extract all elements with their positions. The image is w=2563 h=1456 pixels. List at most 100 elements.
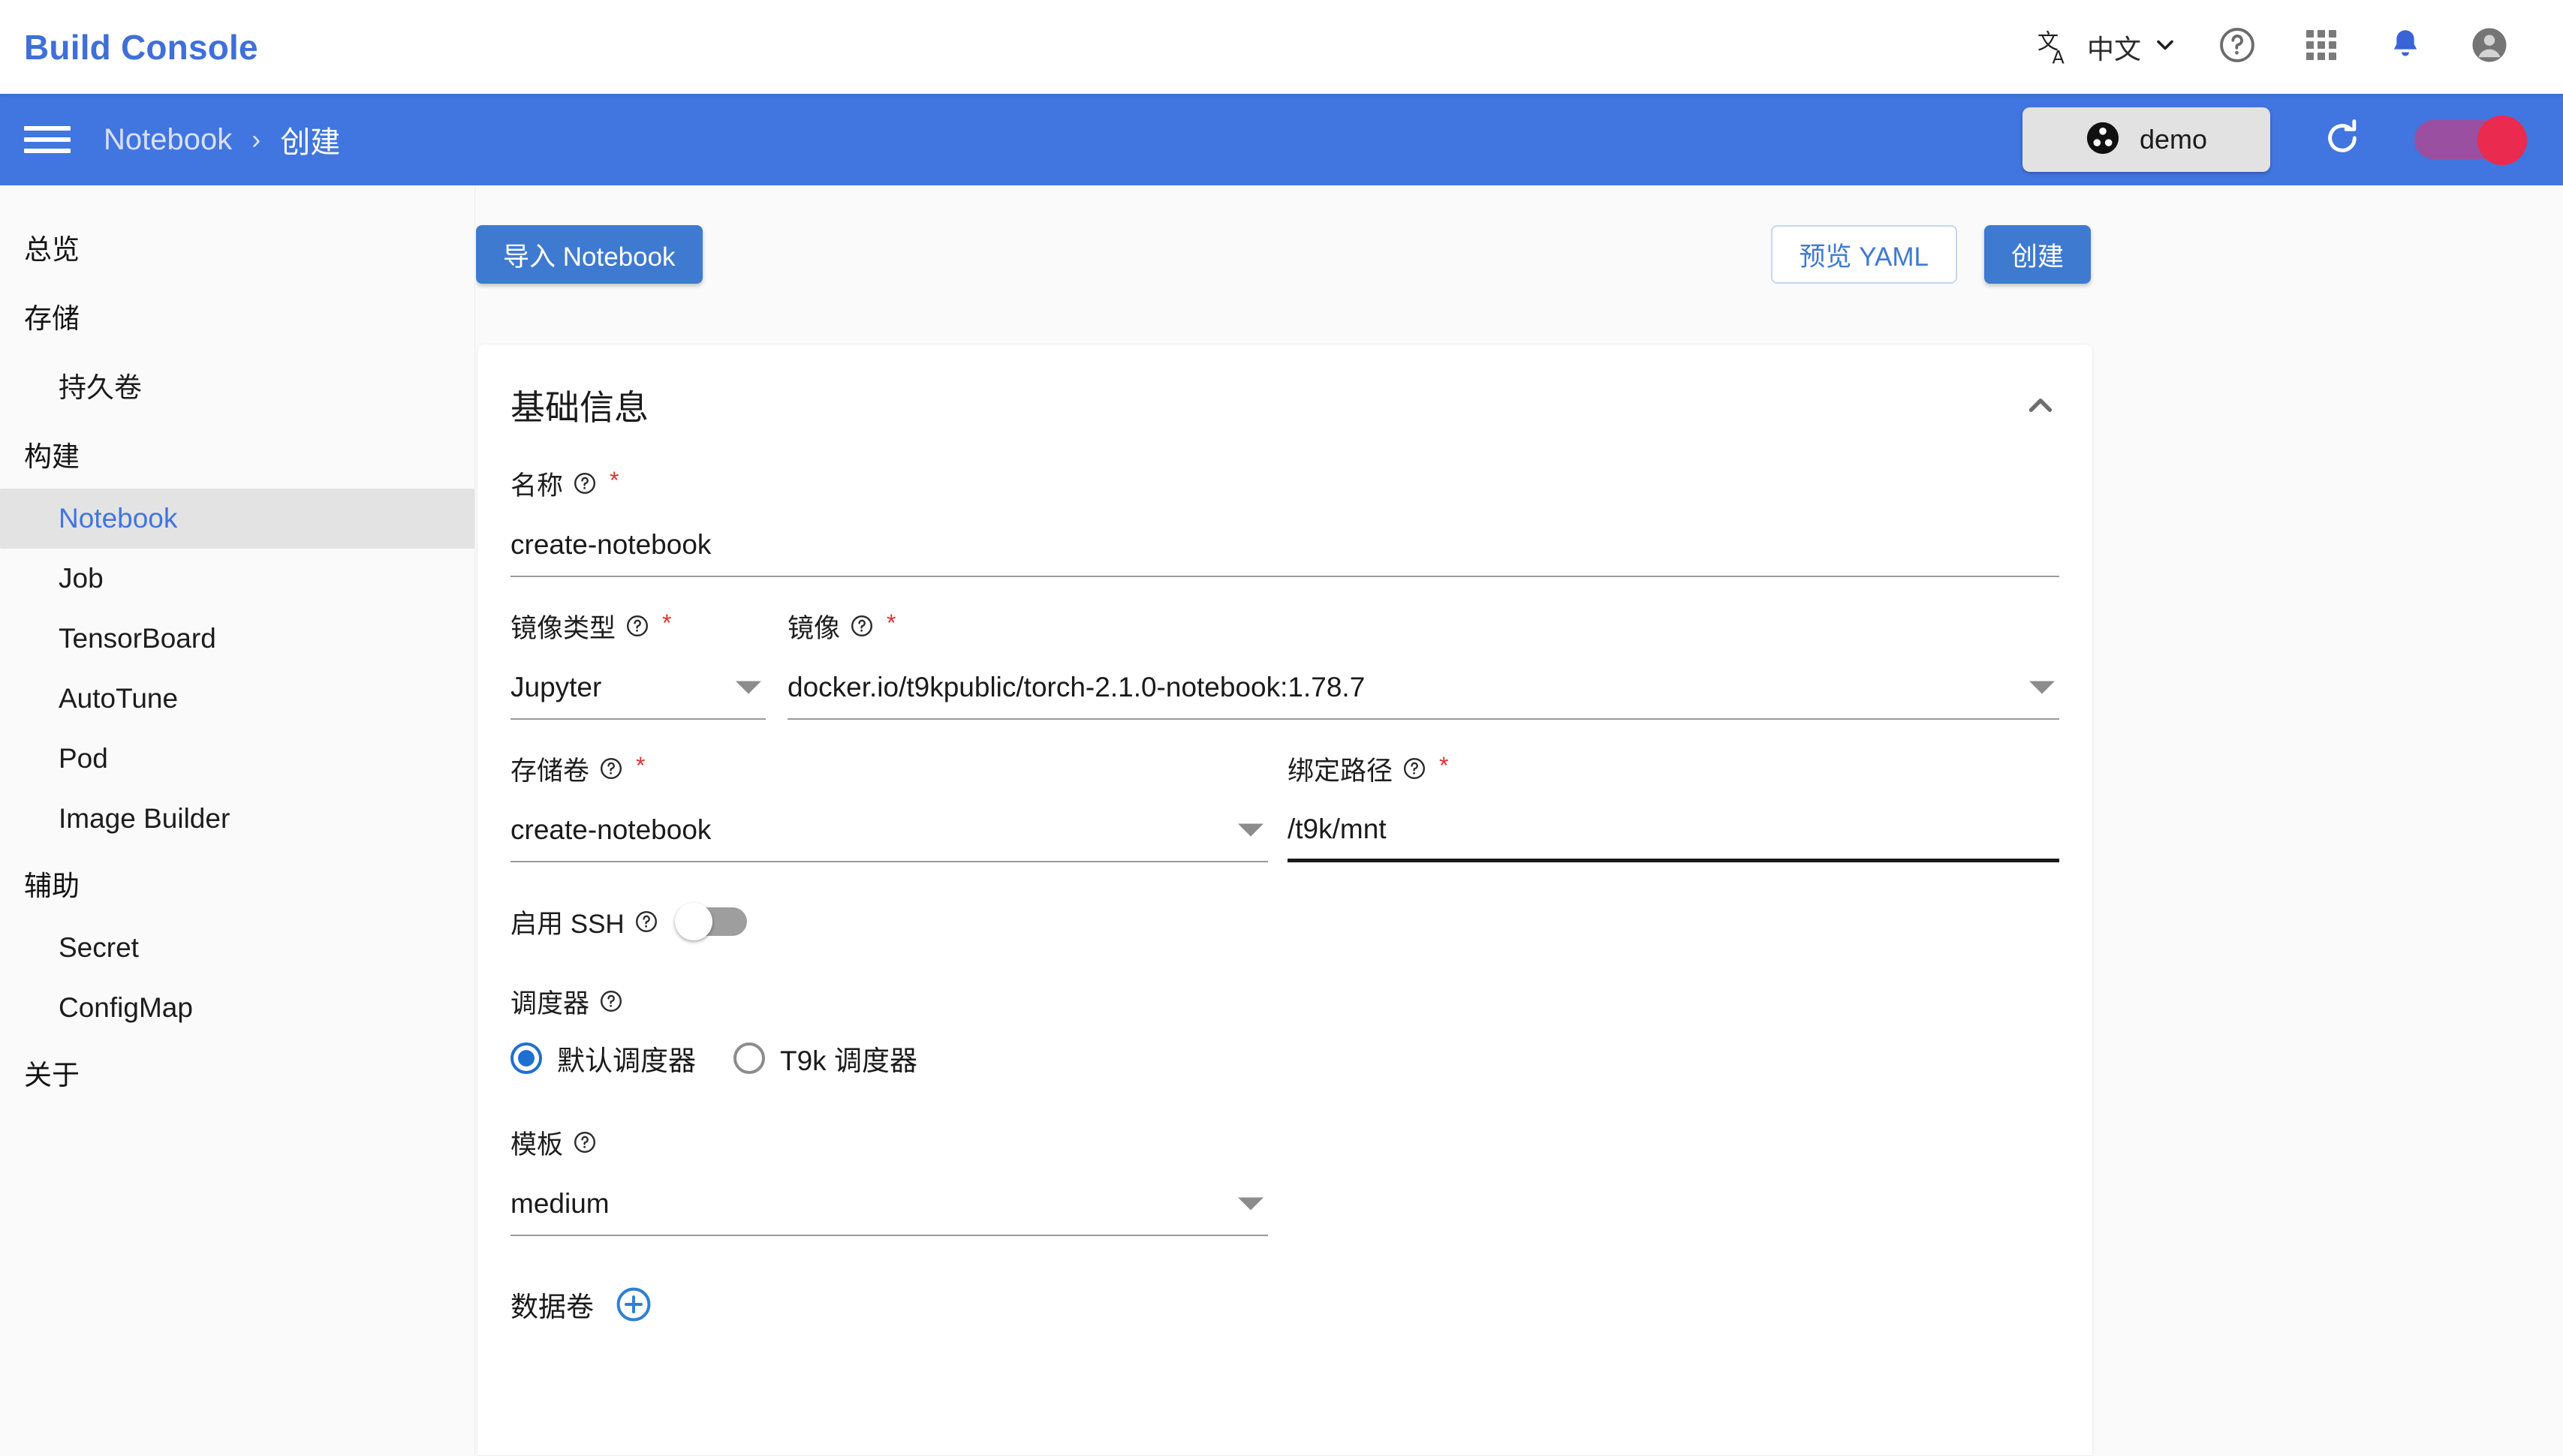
help-circle-icon[interactable] xyxy=(599,757,623,781)
field-template-label: 模板 xyxy=(510,1125,2059,1160)
help-circle-icon[interactable] xyxy=(573,1130,597,1154)
help-circle-icon[interactable] xyxy=(625,614,649,638)
breadcrumb-current: 创建 xyxy=(280,126,341,159)
field-scheduler-text: 调度器 xyxy=(510,988,590,1018)
theme-toggle[interactable] xyxy=(2414,116,2527,165)
add-circle-icon[interactable] xyxy=(615,1286,652,1323)
apps-grid-icon xyxy=(2303,27,2339,67)
chevron-down-icon[interactable] xyxy=(2152,32,2179,62)
field-template: 模板 medium xyxy=(510,1125,2059,1236)
image-type-select[interactable]: Jupyter xyxy=(510,657,766,720)
field-image-label: 镜像 * xyxy=(788,609,2059,643)
language-selector[interactable]: 文A 中文 xyxy=(2021,0,2195,94)
card-title: 基础信息 xyxy=(510,388,649,427)
field-name-text: 名称 xyxy=(510,471,564,501)
help-circle-icon[interactable] xyxy=(573,471,597,495)
help-circle-icon[interactable] xyxy=(634,910,658,934)
bind-path-value: /t9k/mnt xyxy=(1288,813,1387,844)
required-asterisk: * xyxy=(1439,752,1449,779)
breadcrumb-parent[interactable]: Notebook xyxy=(104,123,232,157)
sidebar-item-pod[interactable]: Pod xyxy=(0,729,474,789)
storage-volume-select[interactable]: create-notebook xyxy=(510,799,1268,862)
dropdown-arrow-icon[interactable] xyxy=(1238,823,1263,837)
radio-icon[interactable] xyxy=(733,1042,765,1074)
sidebar-item-persistent-volume[interactable]: 持久卷 xyxy=(0,350,474,420)
sidebar-item-autotune[interactable]: AutoTune xyxy=(0,669,474,729)
help-circle-icon[interactable] xyxy=(599,989,623,1013)
sidebar-item-notebook[interactable]: Notebook xyxy=(0,489,474,549)
field-scheduler-label: 调度器 xyxy=(510,984,2059,1018)
svg-text:A: A xyxy=(2052,47,2065,66)
account-button[interactable] xyxy=(2447,0,2531,94)
field-image-type-text: 镜像类型 xyxy=(510,613,616,643)
main-content: 导入 Notebook 预览 YAML 创建 基础信息 名称 * create-… xyxy=(476,185,2563,1456)
toggle-knob xyxy=(674,903,712,940)
sidebar-group-build[interactable]: 构建 xyxy=(0,420,474,489)
dropdown-arrow-icon[interactable] xyxy=(2029,681,2055,694)
breadcrumb: Notebook › 创建 xyxy=(104,118,340,161)
dropdown-arrow-icon[interactable] xyxy=(1238,1197,1263,1211)
sidebar-item-tensorboard[interactable]: TensorBoard xyxy=(0,609,474,669)
sidebar-group-storage[interactable]: 存储 xyxy=(0,281,474,350)
refresh-button[interactable] xyxy=(2312,117,2372,163)
template-select[interactable]: medium xyxy=(510,1173,1268,1236)
scheduler-option-t9k-label: T9k 调度器 xyxy=(780,1045,917,1076)
sidebar-item-job[interactable]: Job xyxy=(0,549,474,609)
template-value: medium xyxy=(510,1188,610,1219)
enable-ssh-toggle[interactable] xyxy=(674,903,747,940)
field-name: 名称 * create-notebook xyxy=(510,466,2059,577)
hamburger-menu-icon[interactable] xyxy=(24,126,71,153)
help-circle-icon[interactable] xyxy=(1402,757,1426,781)
sidebar-group-auxiliary[interactable]: 辅助 xyxy=(0,849,474,918)
image-select[interactable]: docker.io/t9kpublic/torch-2.1.0-notebook… xyxy=(788,657,2059,720)
scheduler-option-t9k[interactable]: T9k 调度器 xyxy=(733,1038,917,1078)
radio-icon[interactable] xyxy=(510,1042,542,1074)
app-brand: Build Console xyxy=(24,27,258,67)
namespace-icon xyxy=(2086,121,2120,159)
namespace-chip[interactable]: demo xyxy=(2022,107,2270,172)
field-storage-volume-text: 存储卷 xyxy=(510,756,590,786)
notifications-button[interactable] xyxy=(2363,0,2447,94)
header-actions: 文A 中文 xyxy=(2021,0,2531,94)
required-asterisk: * xyxy=(610,467,619,494)
help-button[interactable] xyxy=(2195,0,2279,94)
translate-icon: 文A xyxy=(2037,28,2077,67)
language-label: 中文 xyxy=(2086,33,2141,65)
basic-info-card: 基础信息 名称 * create-notebook 镜像类型 * Jupyter… xyxy=(477,344,2092,1455)
dropdown-arrow-icon[interactable] xyxy=(736,681,761,694)
required-asterisk: * xyxy=(636,752,646,779)
name-input[interactable]: create-notebook xyxy=(510,514,2059,577)
sidebar-group-about[interactable]: 关于 xyxy=(0,1038,474,1107)
sidebar-item-configmap[interactable]: ConfigMap xyxy=(0,978,474,1038)
apps-button[interactable] xyxy=(2279,0,2363,94)
refresh-icon xyxy=(2321,117,2363,163)
theme-toggle-knob xyxy=(2477,116,2527,165)
bell-icon xyxy=(2387,26,2424,68)
field-image-text: 镜像 xyxy=(788,613,841,643)
chevron-up-icon[interactable] xyxy=(2022,387,2059,424)
bind-path-input[interactable]: /t9k/mnt xyxy=(1288,799,2059,862)
field-scheduler: 调度器 默认调度器 T9k 调度器 xyxy=(510,984,2059,1078)
field-enable-ssh-text: 启用 SSH xyxy=(510,909,625,939)
navbar-actions: demo xyxy=(2022,107,2527,172)
scheduler-radio-group: 默认调度器 T9k 调度器 xyxy=(510,1038,2059,1078)
field-data-volume-label: 数据卷 xyxy=(510,1292,594,1322)
scheduler-option-default[interactable]: 默认调度器 xyxy=(510,1038,696,1078)
field-enable-ssh: 启用 SSH xyxy=(510,903,2059,940)
help-circle-icon[interactable] xyxy=(850,614,874,638)
page-actions-right: 预览 YAML 创建 xyxy=(1770,225,2091,284)
image-fields-row: 镜像类型 * Jupyter 镜像 * docker.io/t9kpublic/… xyxy=(510,609,2059,720)
sidebar-group-overview[interactable]: 总览 xyxy=(0,212,474,281)
required-asterisk: * xyxy=(662,609,672,636)
sidebar-item-image-builder[interactable]: Image Builder xyxy=(0,789,474,849)
account-circle-icon xyxy=(2469,25,2510,69)
required-asterisk: * xyxy=(887,609,896,636)
sidebar-item-secret[interactable]: Secret xyxy=(0,918,474,978)
create-button[interactable]: 创建 xyxy=(1983,225,2091,284)
card-body: 名称 * create-notebook 镜像类型 * Jupyter 镜像 *… xyxy=(477,466,2092,1370)
field-data-volume: 数据卷 xyxy=(510,1284,2059,1325)
import-notebook-button[interactable]: 导入 Notebook xyxy=(476,225,703,284)
card-header: 基础信息 xyxy=(477,344,2092,445)
preview-yaml-button[interactable]: 预览 YAML xyxy=(1770,225,1957,284)
image-type-value: Jupyter xyxy=(510,672,602,702)
